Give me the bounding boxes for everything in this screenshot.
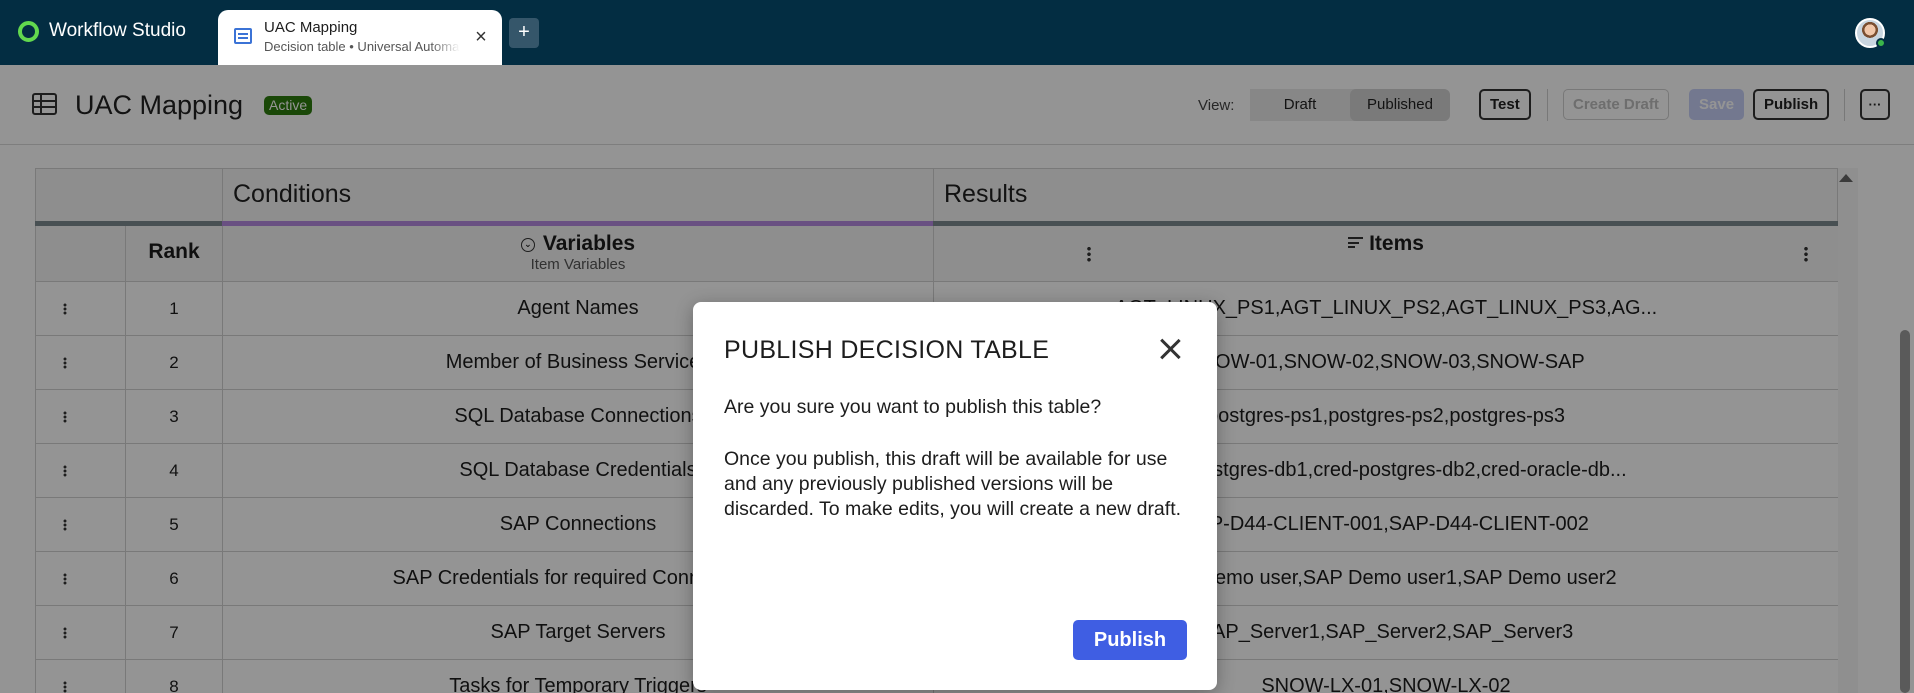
workflow-logo-icon — [18, 20, 39, 42]
top-bar: Workflow Studio UAC Mapping Decision tab… — [0, 0, 1914, 65]
dialog-question: Are you sure you want to publish this ta… — [724, 396, 1102, 418]
tab-close-icon[interactable]: × — [470, 26, 492, 48]
new-tab-button[interactable]: + — [509, 18, 539, 48]
close-icon[interactable] — [1155, 334, 1185, 364]
tab-uac-mapping[interactable]: UAC Mapping Decision table • Universal A… — [218, 10, 502, 65]
tab-title: UAC Mapping — [264, 19, 358, 36]
publish-dialog: PUBLISH DECISION TABLE Are you sure you … — [693, 302, 1217, 690]
confirm-publish-button[interactable]: Publish — [1073, 620, 1187, 660]
decision-table-icon — [234, 28, 252, 44]
app-brand[interactable]: Workflow Studio — [18, 20, 186, 42]
app-name: Workflow Studio — [49, 20, 186, 41]
tab-subtitle: Decision table • Universal Automation — [264, 39, 460, 54]
dialog-body: Once you publish, this draft will be ava… — [724, 448, 1182, 520]
online-status-icon — [1876, 38, 1886, 48]
dialog-title: PUBLISH DECISION TABLE — [724, 336, 1050, 364]
